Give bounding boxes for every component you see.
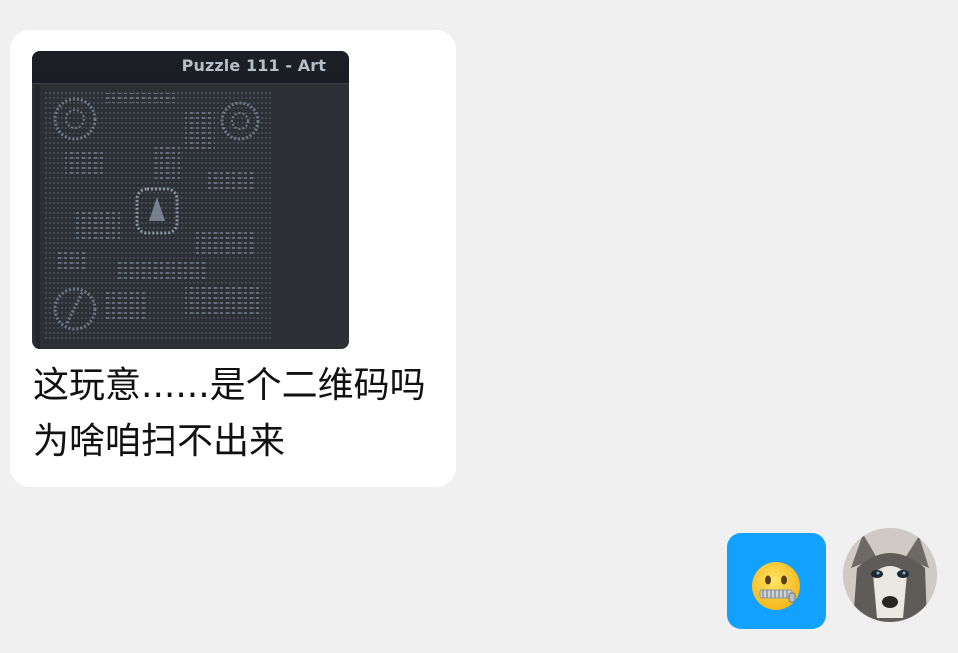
ascii-art-panel: [35, 85, 349, 349]
user-avatar[interactable]: [843, 528, 937, 622]
incoming-message-bubble: Puzzle 111 - Art 这玩意......是个二维码吗 为啥咱扫不出来: [10, 30, 456, 487]
husky-avatar-icon: [843, 528, 937, 622]
ascii-art-qr-icon: [45, 91, 273, 341]
outgoing-emoji-bubble: [727, 533, 826, 629]
chat-window: Puzzle 111 - Art 这玩意......是个二维码吗 为啥咱扫不出来: [0, 0, 958, 653]
shared-image[interactable]: Puzzle 111 - Art: [32, 51, 349, 349]
message-text: 这玩意......是个二维码吗 为啥咱扫不出来: [33, 365, 426, 462]
image-title: Puzzle 111 - Art: [181, 56, 326, 75]
image-title-bar: Puzzle 111 - Art: [32, 51, 349, 84]
zipper-mouth-face-icon: [752, 562, 800, 610]
panel-gutter: [35, 85, 40, 349]
